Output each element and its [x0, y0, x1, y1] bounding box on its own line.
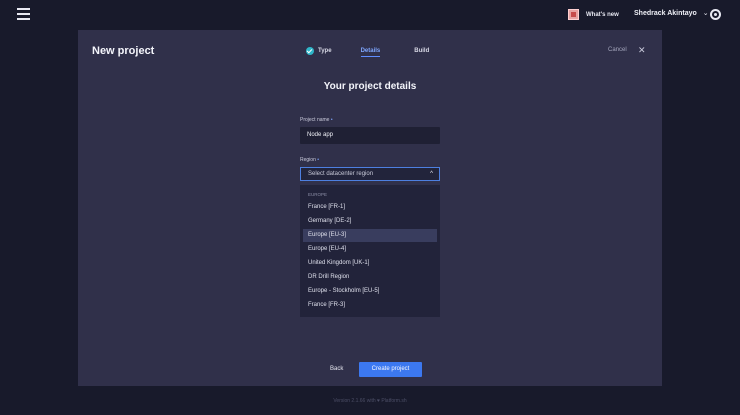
top-bar: What's new Shedrack Akintayo ⌄ — [0, 0, 740, 30]
region-option[interactable]: Europe [EU-4] — [303, 243, 437, 256]
required-mark: • — [317, 157, 320, 163]
region-option[interactable]: Germany [DE-2] — [303, 215, 437, 228]
region-option-highlighted[interactable]: Europe [EU-3] — [303, 229, 437, 242]
user-name: Shedrack Akintayo — [634, 9, 697, 17]
step-build[interactable]: Build — [414, 48, 429, 54]
close-icon[interactable]: ✕ — [638, 45, 646, 56]
user-menu[interactable]: Shedrack Akintayo ⌄ — [634, 9, 709, 18]
wizard-steps: Type Details Build — [306, 47, 429, 57]
step-type[interactable]: Type — [306, 47, 332, 55]
modal-title: New project — [92, 45, 155, 57]
whats-new-label: What's new — [586, 11, 619, 18]
step-details[interactable]: Details — [360, 48, 380, 57]
region-option[interactable]: Europe - Stockholm [EU-5] — [303, 285, 437, 298]
version-footer: Version 2.1.66 with ♥ Platform.sh — [333, 398, 407, 404]
chevron-down-icon: ⌄ — [702, 10, 709, 17]
region-option[interactable]: France [FR-3] — [303, 299, 437, 312]
region-label: Region • — [300, 157, 319, 163]
group-label-europe: EUROPE — [308, 192, 328, 197]
new-project-modal: New project Type Details Build Cancel ✕ … — [78, 30, 662, 386]
create-project-button[interactable]: Create project — [359, 362, 422, 377]
project-name-input[interactable]: Node app — [300, 127, 440, 144]
check-circle-icon — [306, 47, 314, 55]
region-option[interactable]: United Kingdom [UK-1] — [303, 257, 437, 270]
region-select-placeholder: Select datacenter region — [308, 171, 374, 177]
back-button[interactable]: Back — [330, 366, 343, 372]
step-type-label: Type — [318, 48, 332, 54]
whats-new-link[interactable]: What's new — [568, 9, 619, 20]
project-name-label-text: Project name — [300, 117, 330, 123]
region-option[interactable]: France [FR-1] — [303, 201, 437, 214]
cancel-button[interactable]: Cancel — [608, 47, 627, 53]
region-label-text: Region — [300, 157, 316, 163]
news-icon — [568, 9, 579, 20]
section-title: Your project details — [323, 81, 417, 92]
gear-icon[interactable] — [710, 9, 721, 20]
chevron-up-icon: ^ — [430, 171, 433, 177]
region-option[interactable]: DR Drill Region — [303, 271, 437, 284]
region-select[interactable]: Select datacenter region ^ — [300, 167, 440, 181]
project-name-label: Project name • — [300, 117, 333, 123]
required-mark: • — [330, 117, 333, 123]
region-dropdown: EUROPE France [FR-1] Germany [DE-2] Euro… — [300, 185, 440, 317]
hamburger-menu-icon[interactable] — [17, 8, 30, 20]
